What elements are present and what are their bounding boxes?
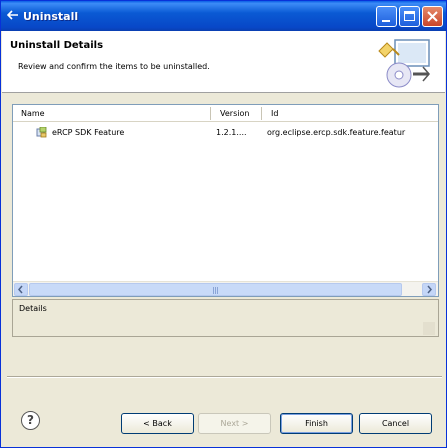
column-divider[interactable]	[261, 107, 262, 120]
column-divider[interactable]	[210, 107, 211, 120]
next-button[interactable]: Next >	[198, 413, 271, 434]
close-icon	[427, 11, 438, 22]
scrollbar-thumb[interactable]	[29, 283, 402, 296]
horizontal-scrollbar[interactable]	[13, 281, 438, 296]
uninstall-dialog: Uninstall Uninstall Details Review and c…	[0, 0, 447, 448]
finish-button-label: Finish	[305, 419, 328, 428]
details-label: Details	[19, 304, 47, 313]
minimize-icon	[382, 20, 390, 22]
back-arrow-icon	[7, 10, 18, 20]
column-header-id[interactable]: Id	[271, 109, 278, 118]
help-button[interactable]: ?	[21, 411, 40, 430]
cancel-button[interactable]: Cancel	[359, 413, 432, 434]
scroll-right-button[interactable]	[422, 283, 436, 296]
row-version: 1.2.1....	[216, 128, 247, 137]
column-header-version[interactable]: Version	[220, 109, 249, 118]
back-button-label: < Back	[143, 419, 172, 428]
help-icon: ?	[27, 413, 34, 427]
page-title: Uninstall Details	[10, 40, 104, 51]
table-header: Name Version Id	[13, 105, 438, 122]
uninstall-wizard-icon	[378, 39, 430, 88]
uninstall-items-table[interactable]: Name Version Id eRCP SDK Feature 1.2.1..…	[12, 104, 439, 297]
close-button[interactable]	[422, 6, 443, 27]
window-title: Uninstall	[23, 10, 79, 23]
row-name: eRCP SDK Feature	[52, 128, 125, 137]
row-id: org.eclipse.ercp.sdk.feature.featur	[267, 128, 406, 137]
details-panel[interactable]: Details	[12, 299, 439, 337]
details-scroll-indicator[interactable]	[423, 322, 435, 335]
scroll-left-button[interactable]	[14, 283, 28, 296]
finish-button[interactable]: Finish	[280, 413, 353, 434]
column-header-name[interactable]: Name	[21, 109, 45, 118]
maximize-icon	[404, 11, 415, 21]
minimize-button[interactable]	[376, 6, 397, 27]
next-button-label: Next >	[220, 419, 249, 428]
page-description: Review and confirm the items to be unins…	[18, 62, 210, 71]
wizard-header: Uninstall Details Review and confirm the…	[2, 31, 445, 93]
cancel-button-label: Cancel	[381, 419, 410, 428]
maximize-button[interactable]	[399, 6, 420, 27]
scrollbar-grip	[213, 287, 219, 294]
back-button[interactable]: < Back	[121, 413, 194, 434]
feature-icon	[36, 127, 47, 138]
chevron-left-icon	[18, 285, 23, 294]
chevron-right-icon	[427, 285, 432, 294]
footer-divider	[7, 376, 442, 378]
table-row[interactable]: eRCP SDK Feature 1.2.1.... org.eclipse.e…	[13, 126, 438, 140]
title-bar[interactable]: Uninstall	[1, 1, 446, 31]
